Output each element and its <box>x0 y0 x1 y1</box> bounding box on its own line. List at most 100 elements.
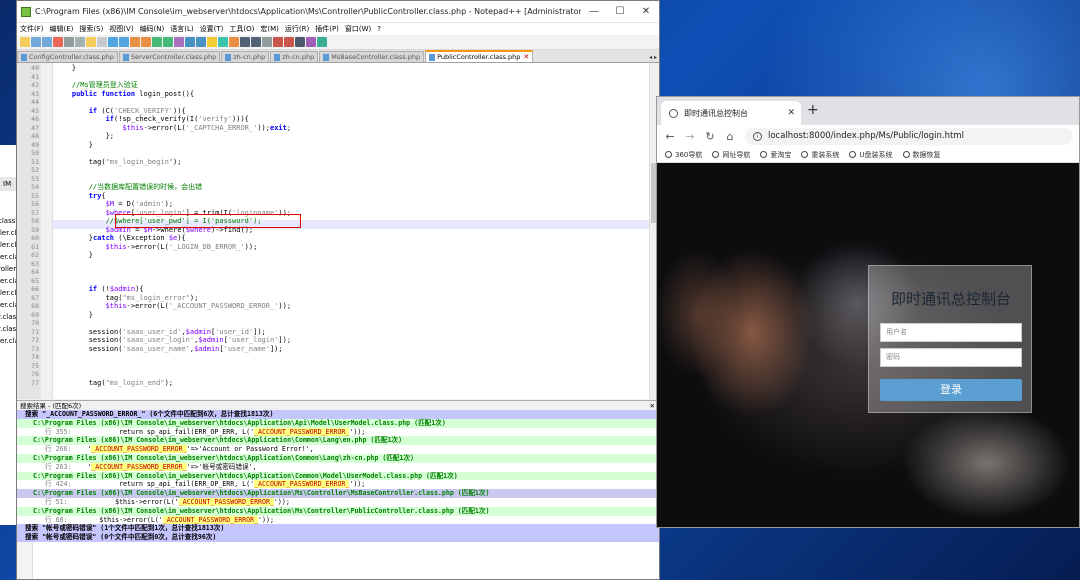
address-bar[interactable]: i localhost:8000/index.php/Ms/Public/log… <box>745 127 1073 145</box>
find-result-row[interactable]: C:\Program Files (x86)\IM Console\im_web… <box>17 436 659 446</box>
toolbar-tool-icon[interactable] <box>31 37 41 47</box>
menu-item[interactable]: 设置(T) <box>200 24 224 34</box>
menu-item[interactable]: 插件(P) <box>315 24 339 34</box>
code-line[interactable]: if(!sp_check_verify(I('verify'))){ <box>55 115 249 124</box>
code-line[interactable]: } <box>55 311 93 320</box>
bookmark-item[interactable]: 重装系统 <box>801 150 839 160</box>
find-result-row[interactable]: C:\Program Files (x86)\IM Console\im_web… <box>17 489 659 498</box>
find-result-row[interactable]: 搜索 "帐号或密码错误" (1个文件中匹配到1次，总计查找1813次) <box>17 524 659 534</box>
toolbar-tool-icon[interactable] <box>306 37 316 47</box>
find-result-row[interactable]: 搜索 "_ACCOUNT_PASSWORD_ERROR_" (6个文件中匹配到6… <box>17 410 659 419</box>
toolbar-tool-icon[interactable] <box>163 37 173 47</box>
toolbar-tool-icon[interactable] <box>262 37 272 47</box>
code-line[interactable]: } <box>55 251 93 260</box>
find-result-row[interactable]: 行 51: $this->error(L('_ACCOUNT_PASSWORD_… <box>17 498 659 507</box>
tab-close-icon[interactable]: ✕ <box>787 108 795 118</box>
back-icon[interactable]: ← <box>665 130 675 143</box>
code-line[interactable]: $this->error(L('_LOGIN_DB_ERROR_')); <box>55 243 258 252</box>
find-result-row[interactable]: 搜索 "帐号或密码错误" (0个文件中匹配到0次，总计查找96次) <box>17 533 659 542</box>
code-line[interactable]: //Ms管理员登入验证 <box>55 81 138 90</box>
code-line[interactable]: } <box>55 64 76 73</box>
background-file-row[interactable]: ller.cl <box>0 289 16 297</box>
menu-item[interactable]: ? <box>377 25 381 33</box>
toolbar-tool-icon[interactable] <box>174 37 184 47</box>
toolbar-tool-icon[interactable] <box>317 37 327 47</box>
bookmark-item[interactable]: 网址导航 <box>712 150 750 160</box>
code-line[interactable]: $this->error(L('_ACCOUNT_PASSWORD_ERROR_… <box>55 302 291 311</box>
toolbar-tool-icon[interactable] <box>295 37 305 47</box>
code-line[interactable]: } <box>55 141 93 150</box>
background-file-row[interactable]: ller.cl <box>0 241 16 249</box>
toolbar-tool-icon[interactable] <box>86 37 96 47</box>
code-line[interactable]: session('saas_user_id',$admin['user_id']… <box>55 328 266 337</box>
background-file-row[interactable]: class. <box>0 217 18 225</box>
menu-item[interactable]: 运行(R) <box>285 24 309 34</box>
find-result-row[interactable]: C:\Program Files (x86)\IM Console\im_web… <box>17 418 659 428</box>
bookmark-item[interactable]: 数据恢复 <box>902 150 941 160</box>
menu-item[interactable]: 语言(L) <box>170 24 193 34</box>
home-icon[interactable]: ⌂ <box>725 130 735 143</box>
toolbar-tool-icon[interactable] <box>196 37 206 47</box>
code-editor[interactable]: 40 41 42 43 44 45 46 47 48 49 50 51 52 53 54 55 56 57 58 59… <box>17 63 649 399</box>
toolbar-tool-icon[interactable] <box>42 37 52 47</box>
tab-scroll-arrows[interactable]: ◂ ▸ <box>649 54 657 61</box>
bookmark-item[interactable]: 爱淘宝 <box>760 150 791 160</box>
menu-item[interactable]: 编码(N) <box>140 24 165 34</box>
code-line[interactable]: }; <box>55 132 114 141</box>
menu-item[interactable]: 宏(M) <box>260 24 279 34</box>
toolbar-tool-icon[interactable] <box>141 37 151 47</box>
menu-item[interactable]: 视图(V) <box>109 24 133 34</box>
code-line[interactable]: try{ <box>55 192 106 201</box>
login-button[interactable]: 登录 <box>880 379 1022 401</box>
code-line[interactable]: public function login_post(){ <box>55 90 194 99</box>
find-result-row[interactable]: 行 263: '_ACCOUNT_PASSWORD_ERROR_'=>'帐号或密… <box>17 462 659 472</box>
toolbar-tool-icon[interactable] <box>251 37 261 47</box>
code-line[interactable]: session('saas_user_name',$admin['user_na… <box>55 345 283 354</box>
bookmark-item[interactable]: U盘装系统 <box>849 150 893 160</box>
file-tab[interactable]: zh-cn.php <box>270 51 319 62</box>
file-tab[interactable]: ConfigController.class.php <box>17 51 118 62</box>
toolbar-tool-icon[interactable] <box>152 37 162 47</box>
toolbar-tool-icon[interactable] <box>240 37 250 47</box>
browser-window[interactable]: 即时通讯总控制台 ✕ + ← → ↻ ⌂ i localhost:8000/in… <box>656 96 1080 528</box>
menu-item[interactable]: 窗口(W) <box>345 24 371 34</box>
file-tab[interactable]: MsBaseController.class.php <box>319 51 425 62</box>
username-input[interactable]: 用户名 <box>880 323 1022 342</box>
toolbar-tool-icon[interactable] <box>273 37 283 47</box>
find-result-row[interactable]: 行 424: return sp_api_fail(ERR_OP_ERR, L(… <box>17 480 659 490</box>
toolbar-tool-icon[interactable] <box>97 37 107 47</box>
background-file-row[interactable]: ller.cl <box>0 229 16 237</box>
toolbar-tool-icon[interactable] <box>108 37 118 47</box>
menu-item[interactable]: 编辑(E) <box>50 24 74 34</box>
toolbar-tool-icon[interactable] <box>119 37 129 47</box>
toolbar-tool-icon[interactable] <box>207 37 217 47</box>
menu-item[interactable]: 搜索(S) <box>79 24 103 34</box>
code-line[interactable]: tag("ms_login_end"); <box>55 379 173 388</box>
bookmark-item[interactable]: 360导航 <box>665 150 702 160</box>
toolbar-tool-icon[interactable] <box>229 37 239 47</box>
toolbar-tool-icon[interactable] <box>218 37 228 47</box>
code-line[interactable]: session('saas_user_login',$admin['user_l… <box>55 336 291 345</box>
toolbar-tool-icon[interactable] <box>130 37 140 47</box>
find-result-row[interactable]: C:\Program Files (x86)\IM Console\im_web… <box>17 506 659 516</box>
reload-icon[interactable]: ↻ <box>705 130 715 143</box>
file-tab[interactable]: PublicController.class.php ✕ <box>425 50 534 62</box>
maximize-button[interactable]: ☐ <box>607 1 633 23</box>
toolbar-tool-icon[interactable] <box>284 37 294 47</box>
menu-item[interactable]: 文件(F) <box>20 24 44 34</box>
toolbar-tool-icon[interactable] <box>185 37 195 47</box>
code-line[interactable]: if (C('CHECK_VERIFY')){ <box>55 107 186 116</box>
browser-tab[interactable]: 即时通讯总控制台 ✕ <box>661 101 801 125</box>
file-tab[interactable]: zh-cn.php <box>221 51 270 62</box>
notepad-titlebar[interactable]: C:\Program Files (x86)\IM Console\im_web… <box>17 1 659 23</box>
code-line[interactable]: tag("ms_login_begin"); <box>55 158 182 167</box>
notepad-window[interactable]: C:\Program Files (x86)\IM Console\im_web… <box>16 0 660 580</box>
code-line[interactable]: tag("ms_login_error"); <box>55 294 199 303</box>
tab-close-icon[interactable]: ✕ <box>523 53 529 61</box>
code-line[interactable]: $M = D('admin'); <box>55 200 173 209</box>
close-button[interactable]: ✕ <box>633 1 659 23</box>
toolbar-tool-icon[interactable] <box>75 37 85 47</box>
toolbar-tool-icon[interactable] <box>64 37 74 47</box>
forward-icon[interactable]: → <box>685 130 695 143</box>
code-line[interactable]: if (!$admin){ <box>55 285 144 294</box>
